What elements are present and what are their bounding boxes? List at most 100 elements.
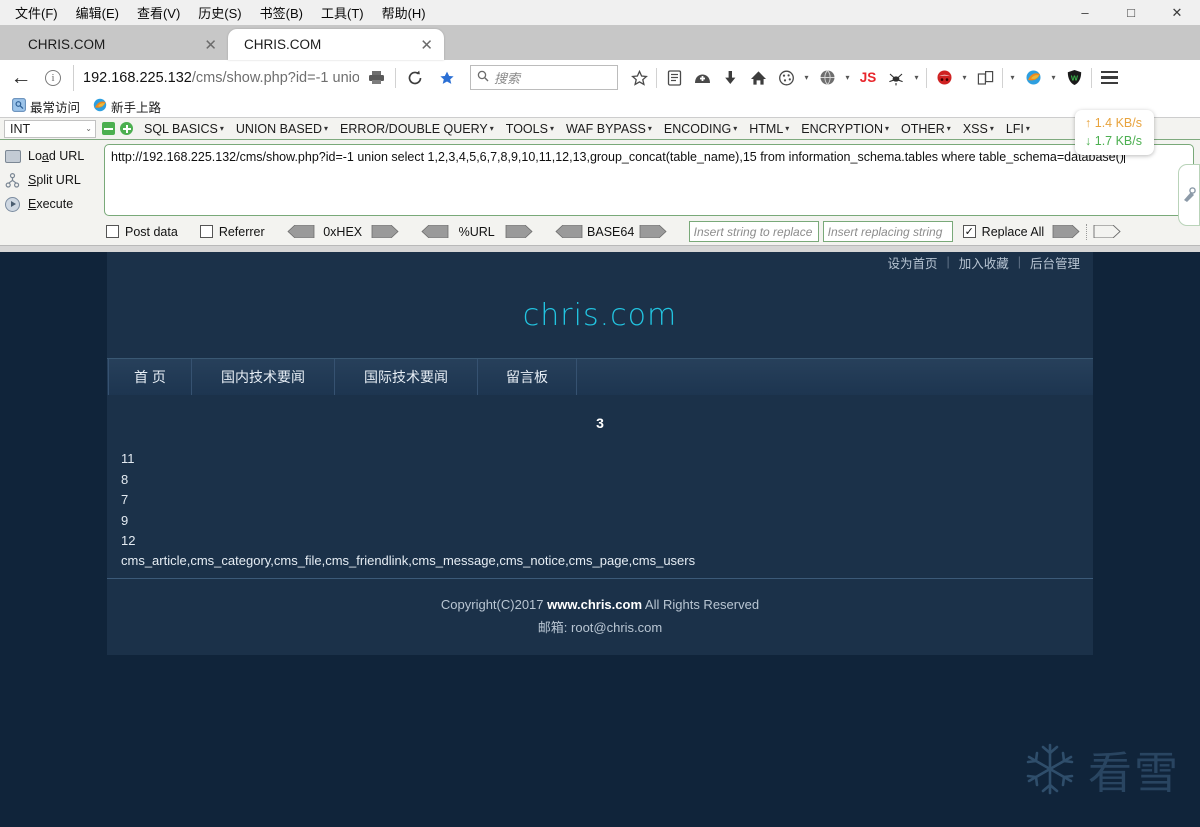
site-footer: Copyright(C)2017 www.chris.com All Right…: [107, 577, 1093, 655]
nav-item-international-news[interactable]: 国际技术要闻: [335, 359, 478, 395]
hackbar-menu-error-double-query[interactable]: ERROR/DOUBLE QUERY ▾: [334, 122, 500, 136]
footer-site-link[interactable]: www.chris.com: [547, 597, 642, 612]
hackbar-menu-encoding[interactable]: ENCODING ▾: [658, 122, 743, 136]
site-logo[interactable]: chris.com: [523, 298, 677, 333]
hackbar-side-handle[interactable]: [1178, 164, 1200, 226]
url-input[interactable]: 192.168.225.132/cms/show.php?id=-1 unior: [73, 64, 359, 91]
home-icon[interactable]: [745, 64, 771, 92]
replace-from-input[interactable]: Insert string to replace: [688, 221, 819, 242]
bookmark-blue-icon[interactable]: [432, 63, 462, 93]
menu-item-file[interactable]: 文件(F): [6, 1, 67, 24]
nav-item-domestic-news[interactable]: 国内技术要闻: [192, 359, 335, 395]
split-url-button[interactable]: Split URL: [4, 168, 104, 192]
encode-url-button[interactable]: [505, 225, 533, 238]
chevron-down-icon[interactable]: ▾: [842, 73, 853, 82]
execute-button[interactable]: Execute: [4, 192, 104, 216]
maximize-button[interactable]: □: [1108, 0, 1154, 25]
post-data-option[interactable]: Post data: [106, 225, 178, 239]
chevron-down-icon[interactable]: ▾: [801, 73, 812, 82]
result-table-names: cms_article,cms_category,cms_file,cms_fr…: [121, 552, 696, 568]
decrement-button[interactable]: [102, 122, 115, 135]
chevron-down-icon[interactable]: ▾: [959, 73, 970, 82]
minimize-button[interactable]: –: [1062, 0, 1108, 25]
hackbar-menu-tools[interactable]: TOOLS ▾: [500, 122, 560, 136]
post-data-checkbox[interactable]: [106, 225, 119, 238]
tab-chris-com-2[interactable]: CHRIS.COM ✕: [228, 29, 444, 60]
hackbar-menu-lfi[interactable]: LFI ▾: [1000, 122, 1036, 136]
replace-all-option[interactable]: ✓ Replace All: [962, 225, 1044, 239]
bookmark-most-visited[interactable]: 最常访问: [8, 97, 84, 116]
upload-speed: ↑ 1.4 KB/s: [1085, 114, 1142, 132]
close-icon[interactable]: ✕: [417, 36, 436, 54]
encode-hex-button[interactable]: [371, 225, 399, 238]
hackbar-url-textarea[interactable]: http://192.168.225.132/cms/show.php?id=-…: [104, 144, 1194, 216]
decode-url-button[interactable]: [421, 225, 449, 238]
chevron-down-icon: ▾: [989, 124, 994, 133]
hackbar-menu-sql-basics[interactable]: SQL BASICS ▾: [138, 122, 230, 136]
encode-base64-button[interactable]: [639, 225, 667, 238]
page-viewport: 设为首页 | 加入收藏 | 后台管理 chris.com 首 页 国内技术要闻 …: [0, 252, 1200, 827]
decode-base64-button[interactable]: [555, 225, 583, 238]
referrer-option[interactable]: Referrer: [199, 225, 265, 239]
hackbar-menu-xss[interactable]: XSS ▾: [957, 122, 1000, 136]
back-icon[interactable]: ←: [6, 63, 36, 93]
bug-icon[interactable]: [883, 64, 909, 92]
admin-panel-link[interactable]: 后台管理: [1023, 253, 1087, 272]
menu-item-edit[interactable]: 编辑(E): [67, 1, 128, 24]
decode-hex-button[interactable]: [287, 225, 315, 238]
js-icon[interactable]: JS: [855, 64, 881, 92]
menu-item-bookmarks[interactable]: 书签(B): [251, 1, 312, 24]
menu-item-tools[interactable]: 工具(T): [312, 1, 373, 24]
injection-type-select[interactable]: INT ⌄: [4, 119, 96, 138]
bookmark-star-icon[interactable]: [626, 64, 652, 92]
set-homepage-link[interactable]: 设为首页: [880, 253, 944, 272]
chevron-down-icon[interactable]: ▾: [1007, 73, 1018, 82]
page-compare-icon[interactable]: [972, 64, 998, 92]
menu-icon[interactable]: [1096, 64, 1122, 92]
globe-icon[interactable]: [814, 64, 840, 92]
nav-item-message-board[interactable]: 留言板: [478, 359, 577, 395]
replace-all-apply-button[interactable]: [1093, 225, 1121, 238]
email-label: 邮箱:: [537, 619, 568, 635]
hackbar-menu-other[interactable]: OTHER ▾: [895, 122, 957, 136]
shield-w-icon[interactable]: W: [1061, 64, 1087, 92]
close-window-button[interactable]: ✕: [1154, 0, 1200, 25]
load-url-button[interactable]: Load URL: [4, 144, 104, 168]
site-info-icon[interactable]: i: [38, 63, 68, 93]
result-line: 7: [121, 492, 129, 507]
cookie-icon[interactable]: [931, 64, 957, 92]
url-path: /cms/show.php?id=-1 unior: [191, 69, 359, 86]
replace-all-checkbox[interactable]: ✓: [962, 225, 976, 238]
menu-item-history[interactable]: 历史(S): [189, 1, 250, 24]
hackbar-menu-html[interactable]: HTML ▾: [743, 122, 795, 136]
save-page-icon[interactable]: [689, 64, 715, 92]
replace-to-input[interactable]: Insert replacing string: [822, 221, 953, 242]
menu-item-help[interactable]: 帮助(H): [373, 1, 435, 24]
watermark-text: 看雪: [1088, 749, 1180, 798]
replace-apply-button[interactable]: [1052, 225, 1080, 238]
hackbar-main-row: Load URL Split URL Execute http://192.16…: [0, 140, 1200, 218]
upload-value: 1.4 KB/s: [1094, 116, 1142, 130]
referrer-checkbox[interactable]: [199, 225, 213, 238]
reload-icon[interactable]: [400, 63, 430, 93]
divider: [656, 67, 657, 88]
increment-button[interactable]: [120, 122, 133, 135]
palette-icon[interactable]: [773, 64, 799, 92]
hackbar-menu-waf-bypass[interactable]: WAF BYPASS ▾: [560, 122, 658, 136]
hackbar-menu-encryption[interactable]: ENCRYPTION ▾: [795, 122, 895, 136]
most-visited-icon: [12, 97, 26, 115]
download-icon[interactable]: [717, 64, 743, 92]
add-favorite-link[interactable]: 加入收藏: [952, 253, 1016, 272]
tab-chris-com-1[interactable]: CHRIS.COM ✕: [12, 29, 228, 60]
chevron-down-icon[interactable]: ▾: [911, 73, 922, 82]
close-icon[interactable]: ✕: [201, 36, 220, 54]
menu-item-view[interactable]: 查看(V): [128, 1, 189, 24]
nav-item-home[interactable]: 首 页: [108, 359, 192, 395]
reader-icon[interactable]: [661, 64, 687, 92]
search-input[interactable]: 搜索: [470, 65, 618, 90]
hackbar-menu-union-based[interactable]: UNION BASED ▾: [230, 122, 334, 136]
printer-icon[interactable]: [361, 63, 391, 93]
firefox-icon[interactable]: [1020, 64, 1046, 92]
bookmark-getting-started[interactable]: 新手上路: [89, 97, 165, 116]
chevron-down-icon[interactable]: ▾: [1048, 73, 1059, 82]
